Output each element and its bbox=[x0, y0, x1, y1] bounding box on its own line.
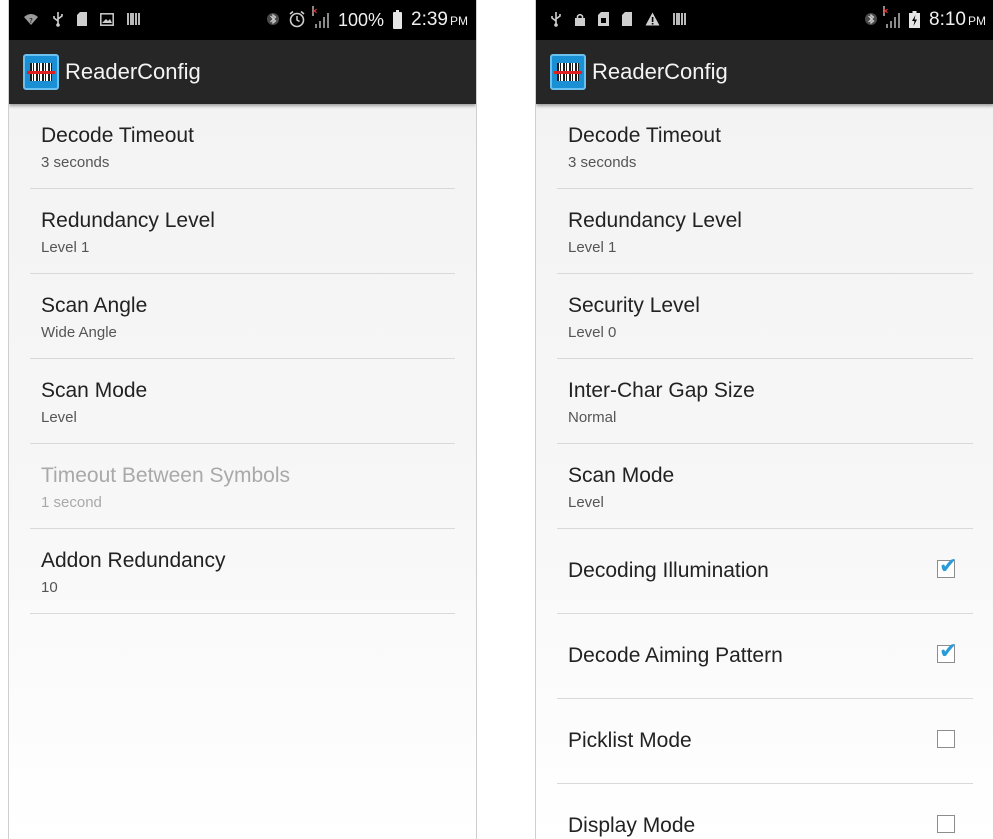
pref-summary: 10 bbox=[41, 579, 58, 596]
pref-title: Decode Timeout bbox=[41, 124, 194, 147]
pref-redundancy-level[interactable]: Redundancy Level Level 1 bbox=[557, 189, 973, 274]
clock-ampm: PM bbox=[450, 14, 468, 28]
checkmark-icon: ✔ bbox=[939, 638, 958, 663]
decode-aiming-pattern-checkbox[interactable]: ✔ bbox=[937, 640, 957, 663]
pref-picklist-mode[interactable]: Picklist Mode bbox=[557, 699, 973, 784]
pref-summary: Level 0 bbox=[568, 324, 617, 341]
pref-title: Decoding Illumination bbox=[568, 559, 769, 582]
action-bar: ReaderConfig bbox=[9, 40, 476, 104]
battery-charging-icon bbox=[909, 10, 921, 30]
right-screen: × 8:10 PM ReaderConfig Decode Timeout 3 s… bbox=[535, 0, 993, 839]
signal-icon: × bbox=[311, 6, 329, 28]
decoding-illumination-checkbox[interactable]: ✔ bbox=[937, 555, 957, 578]
sd-card-icon bbox=[622, 12, 632, 28]
barcode-icon bbox=[127, 12, 141, 28]
barcode-icon bbox=[673, 12, 687, 28]
pref-summary: 3 seconds bbox=[568, 154, 637, 171]
preference-list: Decode Timeout 3 seconds Redundancy Leve… bbox=[30, 104, 455, 614]
pref-display-mode[interactable]: Display Mode bbox=[557, 784, 973, 839]
app-title: ReaderConfig bbox=[592, 59, 728, 84]
svg-text:?: ? bbox=[29, 17, 33, 25]
clock-time: 8:10 bbox=[929, 9, 966, 30]
status-bar: × 8:10 PM bbox=[536, 0, 993, 40]
pref-title: Inter-Char Gap Size bbox=[568, 379, 755, 402]
battery-percent: 100% bbox=[337, 9, 385, 30]
pref-addon-redundancy[interactable]: Addon Redundancy 10 bbox=[30, 529, 455, 614]
pref-title: Decode Aiming Pattern bbox=[568, 644, 783, 667]
bluetooth-icon bbox=[266, 11, 279, 29]
clock-ampm: PM bbox=[968, 14, 986, 28]
reader-config-barcode-icon[interactable] bbox=[550, 54, 586, 90]
pref-redundancy-level[interactable]: Redundancy Level Level 1 bbox=[30, 189, 455, 274]
reader-config-barcode-icon[interactable] bbox=[23, 54, 59, 90]
pref-title: Picklist Mode bbox=[568, 729, 692, 752]
left-screen: ? × 100% 2:39 PM ReaderConfig Decode Tim… bbox=[8, 0, 477, 839]
pref-title: Display Mode bbox=[568, 814, 696, 837]
pref-title: Redundancy Level bbox=[568, 209, 742, 232]
warning-icon bbox=[645, 12, 660, 28]
action-bar: ReaderConfig bbox=[536, 40, 993, 104]
pref-scan-angle[interactable]: Scan Angle Wide Angle bbox=[30, 274, 455, 359]
pref-summary: 3 seconds bbox=[41, 154, 110, 171]
pref-title: Decode Timeout bbox=[568, 124, 721, 147]
alarm-icon bbox=[288, 10, 306, 30]
pref-decoding-illumination[interactable]: Decoding Illumination ✔ bbox=[557, 529, 973, 614]
display-mode-checkbox[interactable] bbox=[937, 815, 955, 833]
pref-summary: Level bbox=[41, 409, 77, 426]
pref-title: Scan Angle bbox=[41, 294, 148, 317]
pref-title: Timeout Between Symbols bbox=[41, 464, 290, 487]
checkmark-icon: ✔ bbox=[939, 553, 958, 578]
pref-title: Scan Mode bbox=[568, 464, 675, 487]
clock-time: 2:39 bbox=[411, 9, 448, 30]
pref-title: Scan Mode bbox=[41, 379, 148, 402]
pref-inter-char-gap-size[interactable]: Inter-Char Gap Size Normal bbox=[557, 359, 973, 444]
pref-title: Redundancy Level bbox=[41, 209, 215, 232]
signal-icon: × bbox=[883, 6, 901, 28]
wifi-icon: ? bbox=[23, 12, 39, 28]
pref-title: Addon Redundancy bbox=[41, 549, 226, 572]
preference-list: Decode Timeout 3 seconds Redundancy Leve… bbox=[557, 104, 973, 839]
pref-summary: Normal bbox=[568, 409, 617, 426]
lock-icon bbox=[575, 13, 585, 28]
app-title: ReaderConfig bbox=[65, 59, 201, 84]
pref-summary: Level bbox=[568, 494, 604, 511]
usb-icon bbox=[52, 11, 64, 29]
pref-summary: Wide Angle bbox=[41, 324, 117, 341]
sim-icon bbox=[598, 12, 609, 28]
pref-scan-mode[interactable]: Scan Mode Level bbox=[30, 359, 455, 444]
pref-decode-aiming-pattern[interactable]: Decode Aiming Pattern ✔ bbox=[557, 614, 973, 699]
pref-decode-timeout[interactable]: Decode Timeout 3 seconds bbox=[557, 104, 973, 189]
usb-icon bbox=[550, 11, 562, 29]
pref-decode-timeout[interactable]: Decode Timeout 3 seconds bbox=[30, 104, 455, 189]
image-icon bbox=[100, 12, 114, 28]
pref-timeout-between-symbols: Timeout Between Symbols 1 second bbox=[30, 444, 455, 529]
picklist-mode-checkbox[interactable] bbox=[937, 730, 955, 748]
status-bar: ? × 100% 2:39 PM bbox=[9, 0, 476, 40]
pref-summary: Level 1 bbox=[41, 239, 90, 256]
pref-security-level[interactable]: Security Level Level 0 bbox=[557, 274, 973, 359]
pref-scan-mode[interactable]: Scan Mode Level bbox=[557, 444, 973, 529]
pref-summary: Level 1 bbox=[568, 239, 617, 256]
pref-title: Security Level bbox=[568, 294, 700, 317]
sd-card-icon bbox=[77, 12, 87, 28]
battery-icon bbox=[393, 9, 403, 29]
pref-summary: 1 second bbox=[41, 494, 102, 511]
bluetooth-icon bbox=[865, 11, 878, 29]
